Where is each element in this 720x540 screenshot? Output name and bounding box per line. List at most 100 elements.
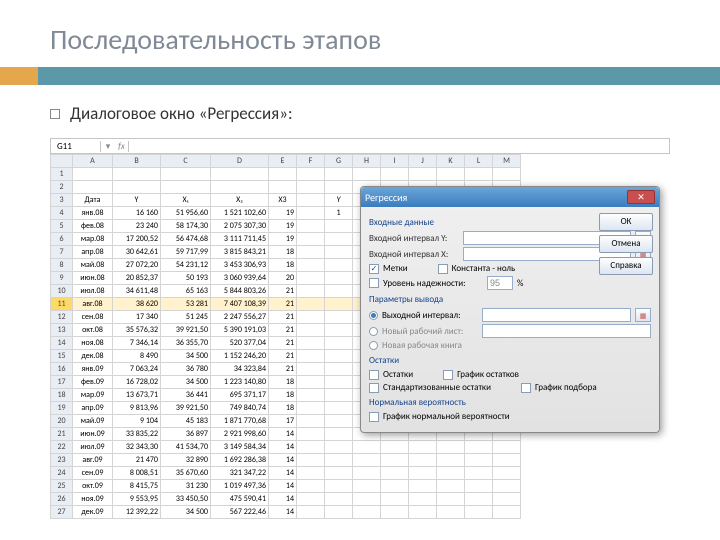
cell[interactable]: 51 245 [161, 311, 211, 324]
cell[interactable]: фев.09 [73, 376, 113, 389]
cell[interactable]: 45 183 [161, 415, 211, 428]
cell[interactable]: 695 371,17 [211, 389, 269, 402]
row-header[interactable]: 2 [51, 181, 73, 194]
row-header[interactable]: 14 [51, 337, 73, 350]
cell[interactable]: сен.09 [73, 467, 113, 480]
col-header[interactable]: H [353, 155, 381, 168]
cell[interactable]: 36 780 [161, 363, 211, 376]
cell[interactable]: мар.08 [73, 233, 113, 246]
data-header[interactable]: X₁ [161, 194, 211, 207]
name-box[interactable]: G11 [51, 141, 101, 152]
cell[interactable]: 17 340 [113, 311, 161, 324]
cell[interactable]: дек.09 [73, 506, 113, 519]
cell[interactable]: 475 590,41 [211, 493, 269, 506]
cell[interactable]: 2 075 307,30 [211, 220, 269, 233]
col-header[interactable]: G [325, 155, 353, 168]
data-header[interactable]: Дата [73, 194, 113, 207]
labels-checkbox[interactable]: ✓ [369, 264, 379, 274]
cell[interactable]: 27 072,20 [113, 259, 161, 272]
cell[interactable]: 9 104 [113, 415, 161, 428]
col-header[interactable]: F [297, 155, 325, 168]
name-box-dropdown-icon[interactable]: ▾ [101, 141, 115, 152]
cell[interactable]: янв.08 [73, 207, 113, 220]
col-header[interactable]: I [381, 155, 409, 168]
data-header[interactable]: X₂ [211, 194, 269, 207]
cell[interactable]: 9 813,96 [113, 402, 161, 415]
cell[interactable]: 13 673,71 [113, 389, 161, 402]
cell[interactable]: 21 470 [113, 454, 161, 467]
cell[interactable]: авг.09 [73, 454, 113, 467]
normplot-checkbox[interactable] [369, 412, 379, 422]
cell[interactable]: 520 377,04 [211, 337, 269, 350]
row-header[interactable]: 25 [51, 480, 73, 493]
cell[interactable]: 36 441 [161, 389, 211, 402]
cell[interactable]: 34 323,84 [211, 363, 269, 376]
cell[interactable]: 20 [269, 272, 297, 285]
col-header[interactable]: B [113, 155, 161, 168]
confidence-field[interactable] [487, 276, 513, 290]
col-header[interactable]: J [409, 155, 437, 168]
cancel-button[interactable]: Отмена [599, 235, 653, 253]
cell[interactable]: 65 163 [161, 285, 211, 298]
mini-val[interactable]: 1 [325, 207, 353, 220]
ok-button[interactable]: ОК [599, 213, 653, 231]
row-header[interactable]: 12 [51, 311, 73, 324]
cell[interactable]: июн.08 [73, 272, 113, 285]
cell[interactable]: 14 [269, 480, 297, 493]
row-header[interactable]: 27 [51, 506, 73, 519]
cell[interactable]: 14 [269, 428, 297, 441]
cell[interactable]: мар.09 [73, 389, 113, 402]
cell[interactable]: 34 611,48 [113, 285, 161, 298]
cell[interactable]: 39 921,50 [161, 402, 211, 415]
cell[interactable]: 3 453 306,93 [211, 259, 269, 272]
cell[interactable]: 21 [269, 311, 297, 324]
col-header[interactable]: D [211, 155, 269, 168]
row-header[interactable]: 6 [51, 233, 73, 246]
refedit-icon[interactable]: ▦ [635, 308, 651, 322]
out-newbook-radio[interactable] [369, 341, 378, 350]
row-header[interactable]: 15 [51, 350, 73, 363]
cell[interactable]: 56 474,68 [161, 233, 211, 246]
cell[interactable]: 36 355,70 [161, 337, 211, 350]
cell[interactable]: 30 642,61 [113, 246, 161, 259]
cell[interactable]: фев.08 [73, 220, 113, 233]
data-header[interactable]: Y [113, 194, 161, 207]
cell[interactable]: 21 [269, 363, 297, 376]
data-header[interactable]: X3 [269, 194, 297, 207]
row-header[interactable]: 4 [51, 207, 73, 220]
cell[interactable]: 3 111 711,45 [211, 233, 269, 246]
cell[interactable]: 5 390 191,03 [211, 324, 269, 337]
cell[interactable]: 14 [269, 467, 297, 480]
row-header[interactable]: 23 [51, 454, 73, 467]
cell[interactable]: 9 553,95 [113, 493, 161, 506]
cell[interactable]: 2 921 998,60 [211, 428, 269, 441]
cell[interactable]: 2 247 556,27 [211, 311, 269, 324]
cell[interactable]: 14 [269, 506, 297, 519]
col-header[interactable]: A [73, 155, 113, 168]
residuals-checkbox[interactable] [369, 370, 379, 380]
cell[interactable]: 21 [269, 350, 297, 363]
out-newsheet-radio[interactable] [369, 327, 378, 336]
row-header[interactable]: 10 [51, 285, 73, 298]
cell[interactable]: 20 852,37 [113, 272, 161, 285]
row-header[interactable]: 20 [51, 415, 73, 428]
out-interval-radio[interactable] [369, 311, 378, 320]
cell[interactable]: 54 231,12 [161, 259, 211, 272]
confidence-checkbox[interactable] [369, 278, 379, 288]
cell[interactable]: 35 576,32 [113, 324, 161, 337]
cell[interactable]: 32 343,30 [113, 441, 161, 454]
row-header[interactable]: 26 [51, 493, 73, 506]
cell[interactable]: 32 890 [161, 454, 211, 467]
row-header[interactable]: 21 [51, 428, 73, 441]
row-header[interactable]: 19 [51, 402, 73, 415]
cell[interactable]: апр.08 [73, 246, 113, 259]
cell[interactable]: июл.09 [73, 441, 113, 454]
cell[interactable]: апр.09 [73, 402, 113, 415]
cell[interactable]: 34 500 [161, 376, 211, 389]
cell[interactable]: 1 871 770,68 [211, 415, 269, 428]
cell[interactable]: 1 223 140,80 [211, 376, 269, 389]
cell[interactable]: сен.08 [73, 311, 113, 324]
cell[interactable]: май.09 [73, 415, 113, 428]
row-header[interactable]: 7 [51, 246, 73, 259]
cell[interactable]: 567 222,46 [211, 506, 269, 519]
